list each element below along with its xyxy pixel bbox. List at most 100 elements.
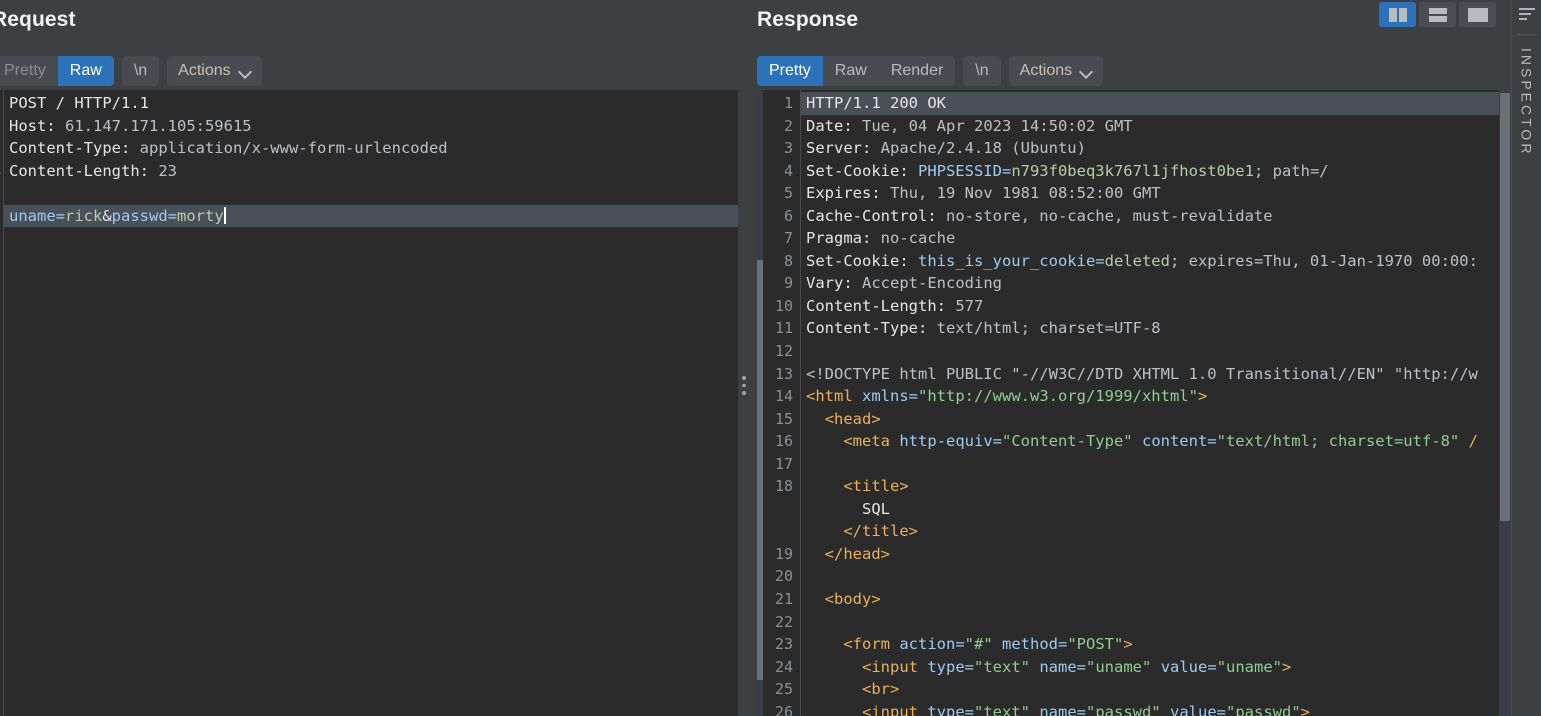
code-token: Set-Cookie:	[806, 251, 918, 270]
panel-splitter[interactable]	[738, 0, 752, 716]
code-token: </title>	[806, 522, 918, 541]
response-actions-button[interactable]: Actions	[1008, 56, 1104, 86]
line-number: 5	[0, 182, 3, 205]
code-token: PHPSESSID=	[917, 161, 1012, 180]
code-token: Apache/2.4.18 (Ubuntu)	[880, 139, 1086, 158]
response-scrollbar-thumb[interactable]	[1500, 93, 1510, 521]
code-line[interactable]: <!DOCTYPE html PUBLIC "-//W3C//DTD XHTML…	[801, 363, 1499, 386]
code-token: >	[1123, 635, 1133, 654]
code-line[interactable]: Pragma: no-cache	[801, 227, 1499, 250]
request-actions-label: Actions	[178, 62, 231, 79]
inspector-label: INSPECTOR	[1518, 48, 1535, 157]
split-vertical-icon	[1388, 7, 1407, 22]
tab-response-newline[interactable]: \n	[963, 56, 1000, 86]
code-token: <head>	[806, 409, 881, 428]
inspector-rail[interactable]: INSPECTOR	[1511, 0, 1541, 716]
request-actions-button[interactable]: Actions	[167, 56, 262, 86]
code-token: <input	[806, 702, 928, 716]
code-line[interactable]: </head>	[801, 543, 1499, 566]
code-line[interactable]: <br>	[801, 678, 1499, 701]
request-editor[interactable]: 123456 POST / HTTP/1.1Host: 61.147.171.1…	[0, 90, 745, 716]
code-line[interactable]: Content-Type: application/x-www-form-url…	[4, 137, 745, 160]
code-line[interactable]: Host: 61.147.171.105:59615	[4, 115, 745, 138]
request-code[interactable]: POST / HTTP/1.1 Host: 61.147.171.105:5961…	[4, 90, 745, 716]
code-line[interactable]: <title>	[801, 475, 1499, 498]
code-token: content=	[1141, 432, 1217, 451]
split-vertical-button[interactable]	[1379, 2, 1416, 27]
code-line[interactable]: SQL	[801, 498, 1499, 521]
code-token: Accept-Encoding	[862, 274, 1002, 293]
code-line[interactable]: <html xmlns="http://www.w3.org/1999/xhtm…	[801, 385, 1499, 408]
code-token: no-store, no-cache, must-revalidate	[945, 206, 1273, 225]
code-line[interactable]: Vary: Accept-Encoding	[801, 272, 1499, 295]
code-token: type=	[927, 702, 974, 716]
line-number	[763, 498, 800, 521]
code-token: value=	[1170, 702, 1227, 716]
code-token: 61.147.171.105:59615	[65, 116, 252, 135]
line-number: 16	[774, 432, 793, 451]
line-number: 3	[783, 139, 793, 158]
code-token: &	[102, 206, 112, 225]
single-pane-button[interactable]	[1459, 2, 1496, 27]
code-line[interactable]: <body>	[801, 588, 1499, 611]
code-line[interactable]: uname=rick&passwd=morty	[4, 204, 745, 228]
code-line[interactable]: Expires: Thu, 19 Nov 1981 08:52:00 GMT	[801, 182, 1499, 205]
tab-response-render[interactable]: Render	[879, 56, 955, 86]
code-token: n793f0beq3k767l1jfhost0be1	[1011, 161, 1254, 180]
response-tabbar: Pretty Raw Render \n Actions	[757, 56, 1104, 86]
code-token: Content-Length:	[806, 296, 956, 315]
code-token: deleted	[1104, 251, 1170, 270]
code-token: "Content-Type"	[1001, 432, 1133, 451]
code-line[interactable]: POST / HTTP/1.1	[4, 92, 745, 115]
response-newline-tab-group: \n	[963, 56, 1001, 86]
code-token: <body>	[806, 590, 881, 609]
code-token: Expires:	[806, 184, 890, 203]
http-message-viewer: Request Pretty Raw \n Actions 123456 POS…	[0, 0, 1541, 716]
code-line[interactable]: <meta http-equiv="Content-Type" content=…	[801, 430, 1499, 453]
code-token: ; path=/	[1253, 161, 1329, 180]
code-token: Content-Type:	[806, 319, 937, 338]
split-horizontal-button[interactable]	[1419, 2, 1456, 27]
line-number: 4	[0, 160, 3, 183]
tab-response-raw[interactable]: Raw	[823, 56, 879, 86]
code-token: Pragma:	[806, 229, 881, 248]
code-line[interactable]: Set-Cookie: this_is_your_cookie=deleted;…	[801, 250, 1499, 273]
code-line[interactable]: </title>	[801, 520, 1499, 543]
code-line[interactable]: Date: Tue, 04 Apr 2023 14:50:02 GMT	[801, 115, 1499, 138]
code-line[interactable]: <input type="text" name="uname" value="u…	[801, 656, 1499, 679]
tab-request-newline[interactable]: \n	[122, 56, 159, 86]
response-editor[interactable]: 1 2 3 4 5 6 7 8 9 10 11 12 13 14 15 16 17 18 19 20 21 22 23 24 2…	[763, 90, 1499, 716]
code-line[interactable]	[801, 611, 1499, 634]
line-number: 12	[774, 342, 793, 361]
code-token: morty	[177, 206, 224, 225]
code-line[interactable]: Server: Apache/2.4.18 (Ubuntu)	[801, 137, 1499, 160]
tab-response-pretty[interactable]: Pretty	[757, 56, 823, 86]
response-code[interactable]: HTTP/1.1 200 OK Date: Tue, 04 Apr 2023 14…	[801, 90, 1499, 716]
code-token: 577	[955, 296, 984, 315]
code-line[interactable]: HTTP/1.1 200 OK	[801, 92, 1499, 115]
code-line[interactable]	[801, 340, 1499, 363]
code-line[interactable]: Set-Cookie: PHPSESSID=n793f0beq3k767l1jf…	[801, 160, 1499, 183]
tab-request-pretty[interactable]: Pretty	[0, 56, 58, 86]
code-token: this_is_your_cookie=	[917, 251, 1105, 270]
line-number: 25	[774, 680, 793, 699]
code-line[interactable]: Content-Type: text/html; charset=UTF-8	[801, 317, 1499, 340]
split-horizontal-icon	[1428, 7, 1447, 22]
code-line[interactable]	[801, 453, 1499, 476]
code-line[interactable]: Cache-Control: no-store, no-cache, must-…	[801, 205, 1499, 228]
line-number: 26	[774, 702, 793, 716]
response-format-tabs: Pretty Raw Render	[757, 56, 956, 86]
code-line[interactable]	[801, 565, 1499, 588]
code-line[interactable]	[4, 182, 745, 205]
line-number: 18	[774, 477, 793, 496]
code-line[interactable]: Content-Length: 23	[4, 160, 745, 183]
code-token: "passwd"	[1086, 702, 1161, 716]
code-line[interactable]: <form action="#" method="POST">	[801, 633, 1499, 656]
response-line-numbers: 1 2 3 4 5 6 7 8 9 10 11 12 13 14 15 16 17 18 19 20 21 22 23 24 2…	[763, 90, 801, 716]
code-line[interactable]: <input type="text" name="passwd" value="…	[801, 701, 1499, 716]
tab-request-raw[interactable]: Raw	[57, 56, 114, 86]
code-line[interactable]: <head>	[801, 408, 1499, 431]
response-vertical-scrollbar[interactable]	[1499, 90, 1511, 716]
code-line[interactable]: Content-Length: 577	[801, 295, 1499, 318]
